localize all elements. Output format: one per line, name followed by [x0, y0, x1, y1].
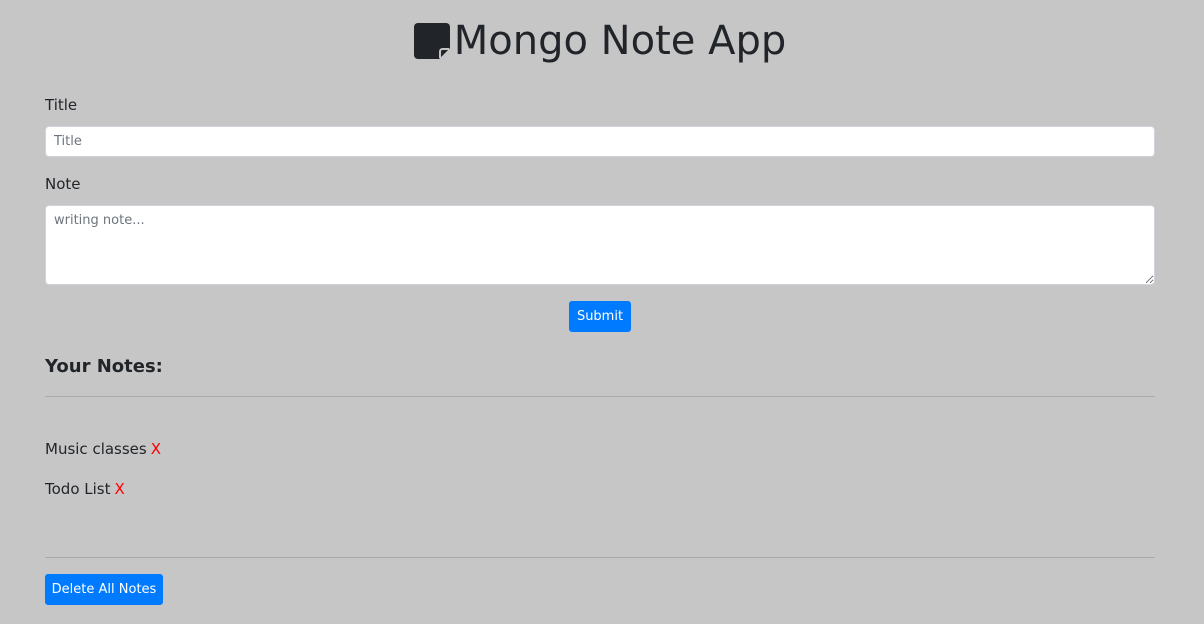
notes-heading: Your Notes: — [45, 356, 163, 377]
app-header: Mongo Note App — [45, 14, 1155, 68]
submit-button[interactable]: Submit — [569, 301, 631, 332]
note-label: Note — [45, 175, 81, 193]
title-label: Title — [45, 96, 78, 114]
note-list-item: Todo List X — [45, 480, 125, 498]
delete-note-button[interactable]: X — [114, 480, 124, 498]
note-title: Todo List — [45, 480, 111, 498]
divider — [45, 557, 1155, 558]
divider — [45, 396, 1155, 397]
note-list-item: Music classes X — [45, 440, 161, 458]
note-title: Music classes — [45, 440, 147, 458]
sticky-note-icon — [413, 23, 452, 61]
delete-note-button[interactable]: X — [151, 440, 161, 458]
delete-all-notes-button[interactable]: Delete All Notes — [45, 574, 163, 605]
page-title: Mongo Note App — [453, 18, 787, 64]
title-input[interactable] — [45, 126, 1155, 157]
note-textarea[interactable] — [45, 205, 1155, 285]
